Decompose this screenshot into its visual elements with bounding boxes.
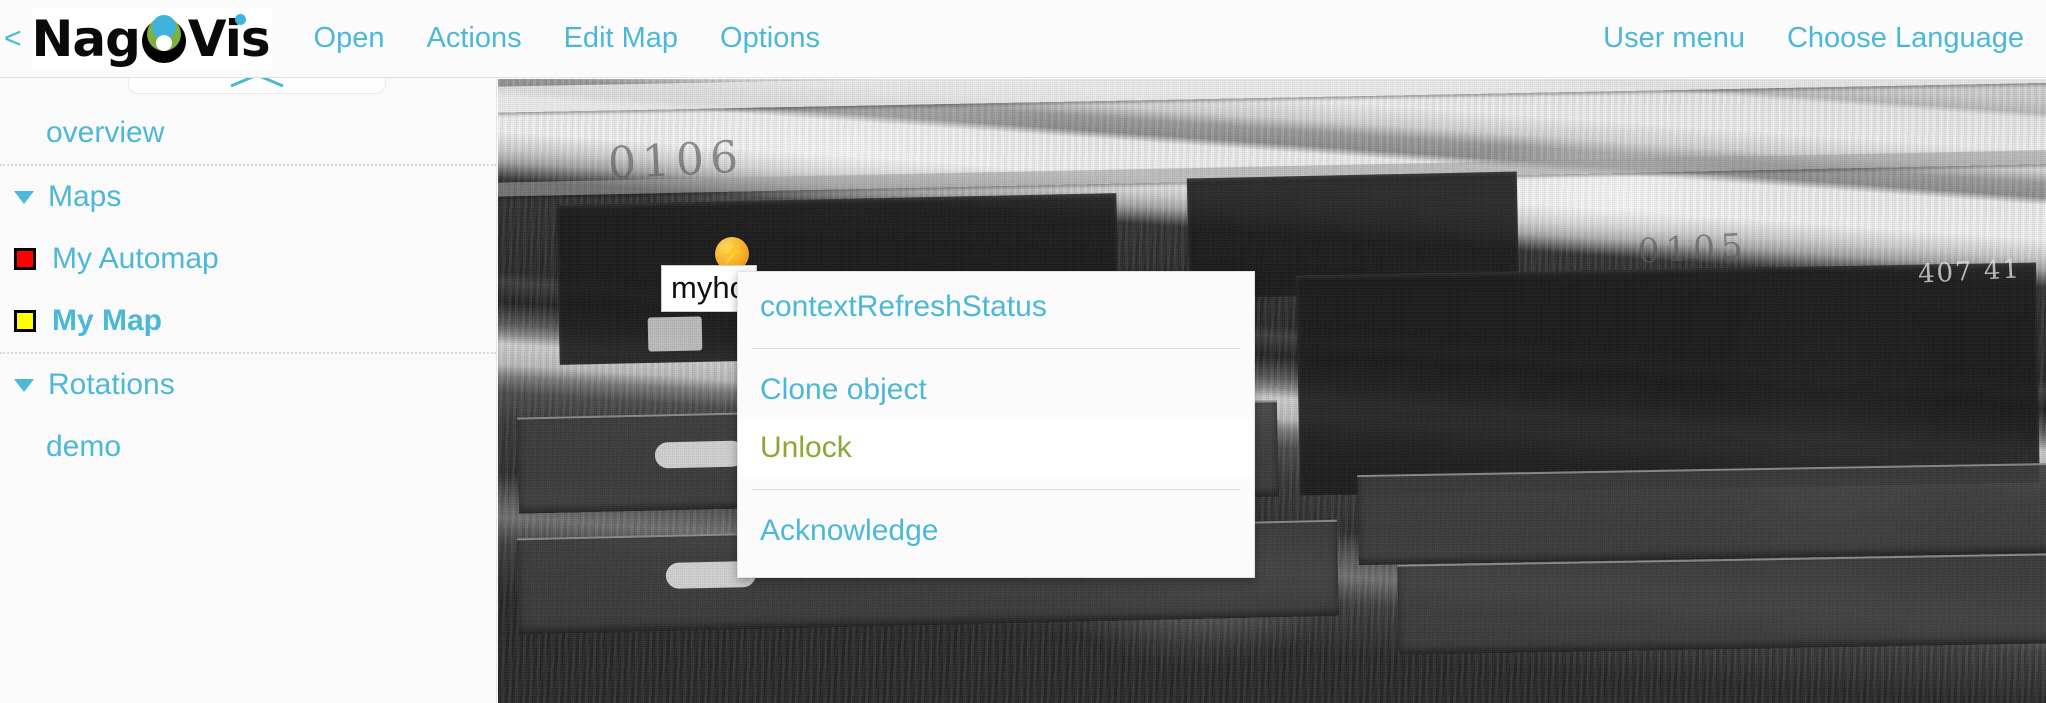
- menu-divider: [752, 489, 1240, 490]
- sidebar-group-maps[interactable]: Maps: [0, 166, 496, 228]
- sidebar-item-label: Rotations: [48, 368, 175, 401]
- nav-open[interactable]: Open: [314, 24, 385, 53]
- nav-user-menu[interactable]: User menu: [1603, 24, 1745, 53]
- sidebar-item-label: overview: [46, 116, 165, 149]
- logo-mark-icon: [138, 13, 190, 65]
- menu-divider: [752, 348, 1240, 349]
- status-square-critical-icon: [14, 248, 36, 270]
- sidebar-item-label: demo: [46, 430, 122, 463]
- sidebar-item-label: My Map: [52, 304, 163, 337]
- object-context-menu[interactable]: contextRefreshStatus Clone object Unlock…: [737, 271, 1255, 578]
- sidebar-item-label: Maps: [48, 180, 122, 213]
- menu-clone-object[interactable]: Clone object: [738, 361, 1254, 419]
- sidebar-group-rotations[interactable]: Rotations: [0, 354, 496, 416]
- main-nav-left: Open Actions Edit Map Options: [314, 24, 820, 53]
- caret-down-icon: [14, 378, 34, 392]
- sidebar: overview Maps My Automap My Map Rotation…: [0, 68, 497, 703]
- nav-choose-language[interactable]: Choose Language: [1787, 24, 2024, 53]
- logo-dot-icon: [234, 13, 246, 25]
- nagvis-logo: Nag Vis: [31, 7, 272, 70]
- sidebar-item-my-map[interactable]: My Map: [0, 290, 496, 352]
- caret-down-icon: [14, 190, 34, 204]
- back-arrow-icon[interactable]: <: [4, 23, 22, 54]
- sidebar-item-my-automap[interactable]: My Automap: [0, 228, 496, 290]
- logo-text-left: Nag: [31, 9, 141, 68]
- photo-text-40741: 407 41: [1917, 254, 2022, 290]
- logo-text-right: Vis: [187, 9, 271, 68]
- menu-unlock[interactable]: Unlock: [738, 419, 1254, 477]
- bolt-glyph: ⚡: [718, 241, 746, 266]
- nav-options[interactable]: Options: [720, 24, 820, 53]
- sidebar-item-label: My Automap: [52, 242, 219, 275]
- menu-acknowledge[interactable]: Acknowledge: [738, 502, 1254, 560]
- main-nav-right: User menu Choose Language: [1603, 24, 2024, 53]
- nav-actions[interactable]: Actions: [426, 24, 521, 53]
- app-header: < Nag Vis Open Actions Edit Map Options …: [0, 0, 2046, 78]
- menu-context-refresh-status[interactable]: contextRefreshStatus: [738, 278, 1254, 336]
- nav-edit-map[interactable]: Edit Map: [564, 24, 678, 53]
- sidebar-item-demo[interactable]: demo: [0, 416, 496, 478]
- photo-text-0105: 0105: [1637, 226, 1750, 272]
- status-square-warning-icon: [14, 310, 36, 332]
- photo-text-0106: 0106: [606, 131, 746, 190]
- map-viewport[interactable]: 0106 0105 407 41: [498, 79, 2046, 703]
- sidebar-item-overview[interactable]: overview: [0, 102, 496, 164]
